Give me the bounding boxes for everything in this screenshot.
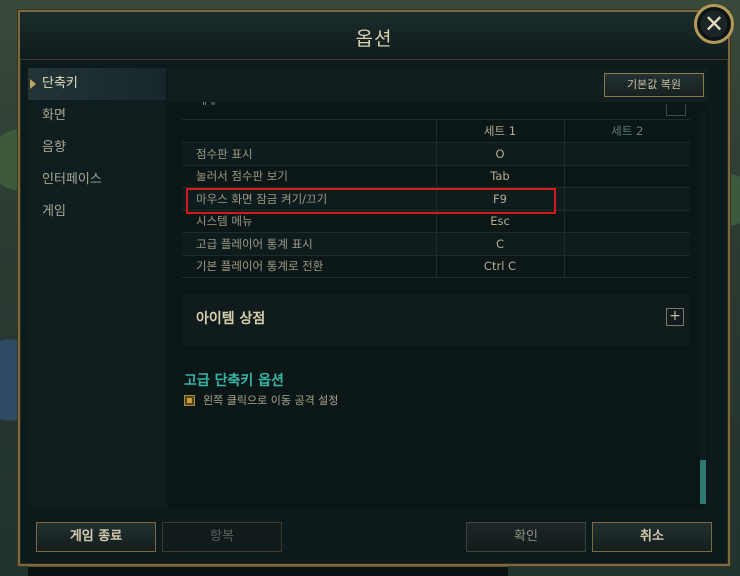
hotkey-set2-cell[interactable]: [563, 187, 690, 211]
scrollbar-thumb[interactable]: [700, 460, 706, 504]
table-row: 기본 플레이어 통계로 전환 Ctrl C: [182, 255, 690, 278]
title-bar: 옵션: [20, 12, 728, 60]
table-row: 눌러서 점수판 보기 Tab: [182, 165, 690, 188]
content-toolbar: 기본값 복원: [168, 68, 708, 102]
attack-move-checkbox[interactable]: [184, 394, 195, 406]
set1-column-header: 세트 1: [435, 120, 564, 143]
hotkey-set1-cell[interactable]: O: [435, 142, 564, 166]
hotkey-table: 세트 1 세트 2 점수판 표시 O 눌러서 점수판 보기 Tab 마우스 화면…: [182, 120, 690, 278]
item-shop-title: 아이템 상점: [196, 311, 266, 327]
attack-move-option[interactable]: 왼쪽 클릭으로 이동 공격 설정: [184, 392, 338, 408]
hotkey-set1-cell[interactable]: Ctrl C: [435, 255, 564, 278]
hotkey-action: 눌러서 점수판 보기: [182, 165, 436, 188]
hotkey-set1-cell[interactable]: Esc: [435, 210, 564, 233]
table-row: 고급 플레이어 통계 표시 C: [182, 232, 690, 256]
cancel-button[interactable]: 취소: [592, 522, 712, 552]
sidebar-item-hotkeys[interactable]: 단축키: [28, 68, 166, 100]
restore-defaults-button[interactable]: 기본값 복원: [604, 73, 704, 97]
table-row: 시스템 메뉴 Esc: [182, 210, 690, 233]
hud-strip: [28, 566, 508, 576]
sidebar-item-interface[interactable]: 인터페이스: [28, 164, 166, 196]
hotkey-set1-cell[interactable]: C: [435, 232, 564, 256]
advanced-hotkeys-title: 고급 단축키 옵션: [184, 373, 284, 389]
sidebar-item-video[interactable]: 화면: [28, 100, 166, 132]
action-column-header: [182, 120, 436, 143]
close-icon[interactable]: ✕: [694, 4, 734, 44]
hotkey-action: 고급 플레이어 통계 표시: [182, 232, 436, 256]
hotkeys-content: 기본값 복원 " " 세트 1 세트 2 점수판 표시 O 눌러서 점수판 보기…: [168, 68, 708, 508]
hotkey-action: 마우스 화면 잠금 켜기/끄기: [182, 187, 436, 211]
partial-row-label: " ": [202, 100, 216, 113]
surrender-button[interactable]: 항복: [162, 522, 282, 552]
hotkey-set2-cell[interactable]: [563, 210, 690, 233]
dialog-footer: 게임 종료 항복 확인 취소: [20, 514, 728, 564]
attack-move-label: 왼쪽 클릭으로 이동 공격 설정: [203, 394, 339, 407]
ok-button[interactable]: 확인: [466, 522, 586, 552]
hotkey-set2-cell[interactable]: [563, 232, 690, 256]
options-sidebar: 단축키 화면 음향 인터페이스 게임: [28, 68, 166, 508]
table-row: 마우스 화면 잠금 켜기/끄기 F9: [182, 187, 690, 211]
hotkey-action: 기본 플레이어 통계로 전환: [182, 255, 436, 278]
set2-column-header: 세트 2: [563, 120, 690, 143]
sidebar-item-sound[interactable]: 음향: [28, 132, 166, 164]
hotkey-action: 시스템 메뉴: [182, 210, 436, 233]
partial-row: " ": [182, 100, 690, 120]
item-shop-section[interactable]: 아이템 상점 +: [182, 294, 690, 346]
quit-game-button[interactable]: 게임 종료: [36, 522, 156, 552]
content-scrollbar[interactable]: [700, 110, 706, 504]
hotkey-table-panel: " " 세트 1 세트 2 점수판 표시 O 눌러서 점수판 보기 Tab 마우…: [182, 100, 690, 298]
collapse-toggle[interactable]: [666, 104, 686, 116]
hotkey-action: 점수판 표시: [182, 142, 436, 166]
hotkey-set2-cell[interactable]: [563, 142, 690, 166]
hotkey-set2-cell[interactable]: [563, 165, 690, 188]
expand-plus-icon[interactable]: +: [666, 308, 684, 326]
hotkey-set1-cell[interactable]: Tab: [435, 165, 564, 188]
hotkey-set1-cell[interactable]: F9: [435, 187, 564, 211]
dialog-title: 옵션: [355, 28, 393, 50]
table-row: 점수판 표시 O: [182, 142, 690, 166]
hotkey-set2-cell[interactable]: [563, 255, 690, 278]
table-header: 세트 1 세트 2: [182, 120, 690, 143]
sidebar-item-game[interactable]: 게임: [28, 196, 166, 228]
